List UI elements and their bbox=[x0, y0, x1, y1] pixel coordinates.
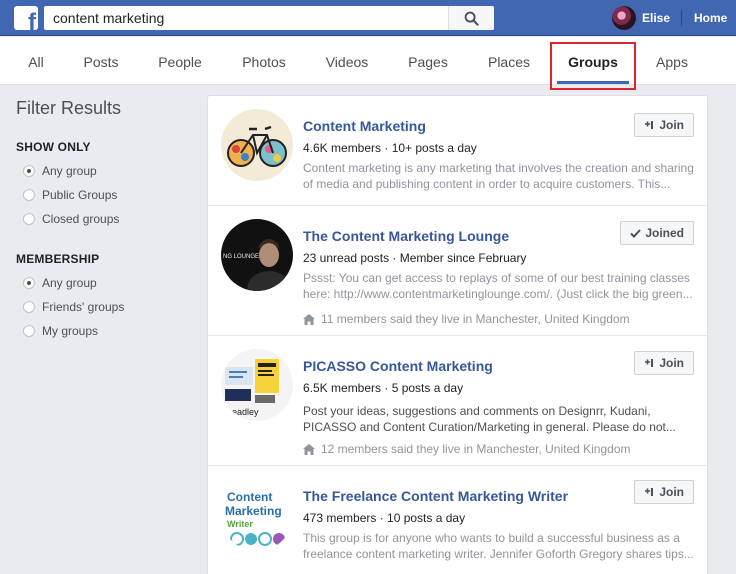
search-icon bbox=[464, 11, 479, 26]
filter-results-title: Filter Results bbox=[16, 98, 122, 118]
home-icon bbox=[303, 443, 315, 455]
location-text: 11 members said they live in Manchester,… bbox=[321, 312, 630, 326]
radio-unchecked[interactable] bbox=[23, 325, 35, 337]
add-member-icon bbox=[645, 488, 654, 496]
radio-checked[interactable] bbox=[23, 277, 35, 289]
thumb-caption: Writer bbox=[227, 519, 253, 529]
bicycle-illustration-icon bbox=[221, 109, 293, 181]
button-label: Join bbox=[659, 118, 684, 132]
group-description: Pssst: You can get access to replays of … bbox=[303, 270, 695, 302]
logo-collage-icon: Content Marketing Writer bbox=[221, 479, 293, 551]
radio-label: Any group bbox=[42, 276, 97, 290]
person-photo-icon: NG LOUNGE bbox=[221, 219, 293, 291]
thumb-caption: headley bbox=[227, 407, 259, 417]
group-thumbnail[interactable]: NG LOUNGE bbox=[221, 219, 293, 291]
search-button[interactable] bbox=[448, 6, 494, 30]
join-button[interactable]: Join bbox=[634, 113, 694, 137]
radio-unchecked[interactable] bbox=[23, 189, 35, 201]
radio-label: Any group bbox=[42, 164, 97, 178]
tab-photos[interactable]: Photos bbox=[242, 37, 286, 85]
radio-label: Closed groups bbox=[42, 212, 120, 226]
group-title-link[interactable]: The Content Marketing Lounge bbox=[303, 228, 509, 244]
membership-any-group[interactable]: Any group bbox=[23, 275, 97, 291]
group-result-content-marketing: Content Marketing 4.6K members · 10+ pos… bbox=[208, 96, 707, 206]
book-cover-collage-icon: headley bbox=[221, 349, 293, 421]
user-name: Elise bbox=[642, 11, 671, 25]
group-thumbnail[interactable]: Content Marketing Writer bbox=[221, 479, 293, 551]
user-profile-link[interactable]: Elise bbox=[612, 6, 670, 30]
tab-apps[interactable]: Apps bbox=[656, 37, 688, 85]
tab-people[interactable]: People bbox=[158, 37, 202, 85]
description-line: freelance content marketing writer. Jenn… bbox=[303, 547, 694, 561]
group-title-link[interactable]: PICASSO Content Marketing bbox=[303, 358, 493, 374]
group-thumbnail[interactable] bbox=[221, 109, 293, 181]
join-button[interactable]: Join bbox=[634, 480, 694, 504]
facebook-logo-icon[interactable]: f bbox=[14, 6, 38, 30]
location-text: 12 members said they live in Manchester,… bbox=[321, 442, 631, 456]
membership-title: MEMBERSHIP bbox=[16, 252, 100, 266]
show-only-public-groups[interactable]: Public Groups bbox=[23, 187, 117, 203]
group-stats: 4.6K members · 10+ posts a day bbox=[303, 141, 477, 155]
description-line: PICASSO and Content Curation/Marketing i… bbox=[303, 420, 676, 434]
divider bbox=[681, 10, 682, 26]
search-box bbox=[44, 6, 494, 30]
thumb-caption: Marketing bbox=[225, 504, 282, 518]
radio-label: Public Groups bbox=[42, 188, 118, 202]
group-description: Content marketing is any marketing that … bbox=[303, 160, 695, 192]
membership-my-groups[interactable]: My groups bbox=[23, 323, 98, 339]
group-result-freelance-content-marketing-writer: Content Marketing Writer The Freelance C… bbox=[208, 466, 707, 574]
description-line: of media and publishing content in order… bbox=[303, 177, 671, 191]
description-line: This group is for anyone who wants to bu… bbox=[303, 531, 680, 545]
joined-button[interactable]: Joined bbox=[620, 221, 694, 245]
group-description: Post your ideas, suggestions and comment… bbox=[303, 403, 695, 435]
show-only-closed-groups[interactable]: Closed groups bbox=[23, 211, 119, 227]
highlight-box bbox=[550, 42, 636, 90]
group-result-picasso-content-marketing: headley PICASSO Content Marketing 6.5K m… bbox=[208, 336, 707, 466]
button-label: Join bbox=[659, 485, 684, 499]
show-only-title: SHOW ONLY bbox=[16, 140, 91, 154]
tab-videos[interactable]: Videos bbox=[326, 37, 369, 85]
tab-places[interactable]: Places bbox=[488, 37, 530, 85]
description-line: here: http://www.contentmarketinglounge.… bbox=[303, 287, 693, 301]
radio-label: My groups bbox=[42, 324, 99, 338]
top-navigation-bar: f Elise Home bbox=[0, 0, 736, 36]
group-location-info: 12 members said they live in Manchester,… bbox=[303, 442, 631, 456]
group-stats: 23 unread posts · Member since February bbox=[303, 251, 527, 265]
home-icon bbox=[303, 313, 315, 325]
group-thumbnail[interactable]: headley bbox=[221, 349, 293, 421]
button-label: Joined bbox=[645, 226, 684, 240]
button-label: Join bbox=[659, 356, 684, 370]
show-only-any-group[interactable]: Any group bbox=[23, 163, 97, 179]
thumb-caption: NG LOUNGE bbox=[223, 254, 259, 260]
thumb-caption: Content bbox=[227, 490, 272, 504]
description-line: Pssst: You can get access to replays of … bbox=[303, 271, 690, 285]
group-description: This group is for anyone who wants to bu… bbox=[303, 530, 695, 562]
group-location-info: 11 members said they live in Manchester,… bbox=[303, 312, 630, 326]
tab-posts[interactable]: Posts bbox=[83, 37, 118, 85]
membership-friends-groups[interactable]: Friends' groups bbox=[23, 299, 124, 315]
join-button[interactable]: Join bbox=[634, 351, 694, 375]
radio-checked[interactable] bbox=[23, 165, 35, 177]
avatar bbox=[612, 6, 636, 30]
description-line: Content marketing is any marketing that … bbox=[303, 161, 694, 175]
search-input[interactable] bbox=[44, 6, 448, 30]
tab-all[interactable]: All bbox=[28, 37, 44, 85]
check-icon bbox=[630, 228, 642, 238]
group-results-list: Content Marketing 4.6K members · 10+ pos… bbox=[207, 95, 708, 574]
radio-label: Friends' groups bbox=[42, 300, 125, 314]
add-member-icon bbox=[645, 359, 654, 367]
radio-unchecked[interactable] bbox=[23, 301, 35, 313]
group-stats: 6.5K members · 5 posts a day bbox=[303, 381, 464, 395]
group-result-content-marketing-lounge: NG LOUNGE The Content Marketing Lounge 2… bbox=[208, 206, 707, 336]
tab-pages[interactable]: Pages bbox=[408, 37, 448, 85]
add-member-icon bbox=[645, 121, 654, 129]
description-line: Post your ideas, suggestions and comment… bbox=[303, 404, 651, 418]
radio-unchecked[interactable] bbox=[23, 213, 35, 225]
group-title-link[interactable]: The Freelance Content Marketing Writer bbox=[303, 488, 568, 504]
home-link[interactable]: Home bbox=[694, 11, 727, 25]
group-title-link[interactable]: Content Marketing bbox=[303, 118, 426, 134]
group-stats: 473 members · 10 posts a day bbox=[303, 511, 466, 525]
